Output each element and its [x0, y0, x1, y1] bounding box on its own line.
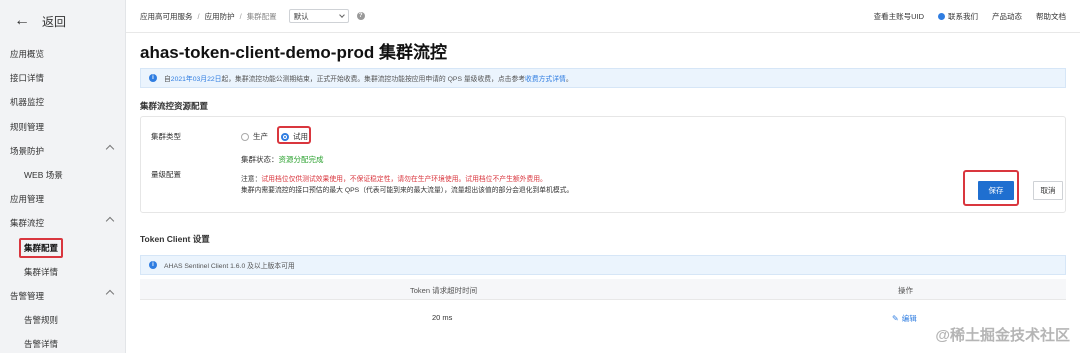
- column-header-action: 操作: [898, 286, 913, 295]
- back-button[interactable]: ← 返回: [0, 0, 125, 42]
- sidebar-item[interactable]: 集群流控: [0, 211, 125, 235]
- sidebar-item-label: 场景防护: [10, 145, 45, 156]
- notice-suffix: 。: [565, 76, 573, 83]
- table-header: Token 请求超时时间 操作: [140, 279, 1066, 300]
- edit-link[interactable]: ✎ 编辑: [892, 313, 917, 324]
- watermark: @稀土掘金技术社区: [935, 327, 1070, 344]
- breadcrumb-separator: /: [239, 11, 242, 21]
- view-uid-link[interactable]: 查看主账号UID: [874, 11, 924, 22]
- cluster-type-label: 集群类型: [151, 132, 181, 141]
- sidebar-item-label: 应用概览: [10, 49, 45, 60]
- top-bar: 应用高可用服务 / 应用防护 / 集群配置 默认 ? 查看主账号UID 联系我们…: [126, 0, 1080, 33]
- radio-trial[interactable]: 试用: [281, 131, 308, 142]
- notice-prefix: 自: [164, 76, 171, 83]
- sidebar-item-label: 集群配置: [19, 237, 64, 258]
- note-warning: 试用档位仅供测试效果使用，不保证稳定性，请勿在生产环境使用。试用档位不产生额外费…: [261, 176, 547, 183]
- timeout-cell: 20 ms: [432, 313, 453, 322]
- version-notice-text: AHAS Sentinel Client 1.6.0 及以上版本可用: [164, 263, 295, 270]
- pricing-details-link[interactable]: 收费方式详情: [525, 73, 566, 83]
- sidebar-item-label: 告警详情: [24, 339, 59, 350]
- sidebar-item[interactable]: 集群配置: [0, 236, 125, 260]
- column-header-timeout: Token 请求超时时间: [410, 286, 478, 295]
- sidebar-item-label: 规则管理: [10, 121, 45, 132]
- billing-notice: i 自 2021年03月22日 起，集群流控功能公测期结束，正式开始收费。集群流…: [140, 68, 1066, 88]
- product-news-link[interactable]: 产品动态: [992, 11, 1022, 22]
- sidebar-item[interactable]: 机器监控: [0, 90, 125, 114]
- sidebar-item-label: 机器监控: [10, 97, 45, 108]
- chevron-up-icon: [105, 289, 115, 299]
- sidebar-nav: 应用概览接口详情机器监控规则管理场景防护 WEB 场景应用管理集群流控集群配置集群…: [0, 42, 125, 356]
- chevron-up-icon: [105, 217, 115, 226]
- main-content: 应用高可用服务 / 应用防护 / 集群配置 默认 ? 查看主账号UID 联系我们…: [126, 0, 1080, 353]
- sidebar-item[interactable]: 告警详情: [0, 332, 125, 356]
- chevron-up-icon: [105, 144, 115, 153]
- radio-production-label: 生产: [253, 132, 268, 141]
- help-icon[interactable]: ?: [356, 12, 365, 20]
- contact-link[interactable]: 联系我们: [938, 11, 978, 22]
- level-config-label: 量级配置: [151, 170, 181, 179]
- note-description: 集群内需要流控的接口预估的最大 QPS（代表可能到来的最大流量），流量超出该值的…: [241, 187, 574, 194]
- environment-select-value: 默认: [293, 11, 309, 21]
- sidebar-item-label: 集群详情: [24, 266, 59, 277]
- breadcrumb-current: 集群配置: [246, 11, 277, 21]
- sidebar-item[interactable]: 规则管理: [0, 115, 125, 139]
- info-icon: i: [149, 74, 157, 82]
- save-button[interactable]: 保存: [978, 181, 1014, 200]
- sidebar-item-label: 集群流控: [10, 218, 45, 229]
- top-links: 查看主账号UID 联系我们 产品动态 帮助文档: [860, 0, 1066, 33]
- sidebar-item-label: 告警规则: [24, 315, 59, 326]
- edit-icon: ✎: [892, 314, 899, 323]
- cluster-status-value: 资源分配完成: [278, 155, 324, 164]
- cluster-status-label: 集群状态：: [241, 155, 279, 164]
- table-row: 20 ms ✎ 编辑: [140, 307, 1066, 327]
- environment-select[interactable]: 默认: [288, 9, 349, 23]
- sidebar-item-label: WEB 场景: [24, 170, 63, 181]
- sidebar-item[interactable]: 应用管理: [0, 187, 125, 211]
- version-notice: i AHAS Sentinel Client 1.6.0 及以上版本可用: [140, 255, 1066, 275]
- radio-selected-icon: [281, 132, 289, 141]
- sidebar-item[interactable]: 告警管理: [0, 284, 125, 308]
- notice-body: 起，集群流控功能公测期结束，正式开始收费。集群流控功能按应用申请的 QPS 量级…: [221, 76, 526, 83]
- sidebar-item[interactable]: WEB 场景: [0, 163, 125, 187]
- cluster-status: 集群状态：资源分配完成: [241, 154, 324, 165]
- level-note: 注意：试用档位仅供测试效果使用，不保证稳定性，请勿在生产环境使用。试用档位不产生…: [241, 174, 573, 196]
- sidebar-item[interactable]: 接口详情: [0, 66, 125, 90]
- cancel-button[interactable]: 取消: [1033, 181, 1063, 200]
- sidebar-item-label: 接口详情: [10, 73, 45, 84]
- breadcrumb-item[interactable]: 应用防护: [205, 11, 235, 22]
- notice-date: 2021年03月22日: [170, 76, 222, 83]
- note-prefix: 注意：: [241, 176, 262, 183]
- breadcrumb-separator: /: [197, 11, 200, 21]
- radio-production[interactable]: 生产: [241, 131, 268, 142]
- sidebar-item-label: 告警管理: [10, 290, 45, 301]
- arrow-left-icon: ←: [14, 12, 30, 29]
- sidebar-item-label: 应用管理: [10, 194, 45, 205]
- help-docs-link[interactable]: 帮助文档: [1036, 11, 1066, 22]
- sidebar-item[interactable]: 场景防护: [0, 139, 125, 163]
- sidebar: ← 返回 应用概览接口详情机器监控规则管理场景防护 WEB 场景应用管理集群流控集…: [0, 0, 126, 353]
- breadcrumb-item[interactable]: 应用高可用服务: [140, 11, 193, 22]
- resource-config-card: 集群类型 生产 试用 集群状态：资源分配完成 量级配置 注意：试用档位仅供测试效…: [140, 116, 1066, 213]
- sidebar-item[interactable]: 集群详情: [0, 260, 125, 284]
- token-section-title: Token Client 设置: [140, 234, 210, 244]
- sidebar-item[interactable]: 告警规则: [0, 308, 125, 332]
- info-icon: i: [149, 261, 157, 269]
- radio-trial-label: 试用: [293, 132, 308, 141]
- chevron-down-icon: [338, 12, 345, 18]
- back-label: 返回: [42, 14, 67, 29]
- resource-section-title: 集群流控资源配置: [140, 101, 209, 111]
- sidebar-item[interactable]: 应用概览: [0, 42, 125, 66]
- globe-icon: [938, 13, 945, 20]
- page-title: ahas-token-client-demo-prod 集群流控: [140, 43, 447, 62]
- radio-circle-icon: [241, 132, 249, 141]
